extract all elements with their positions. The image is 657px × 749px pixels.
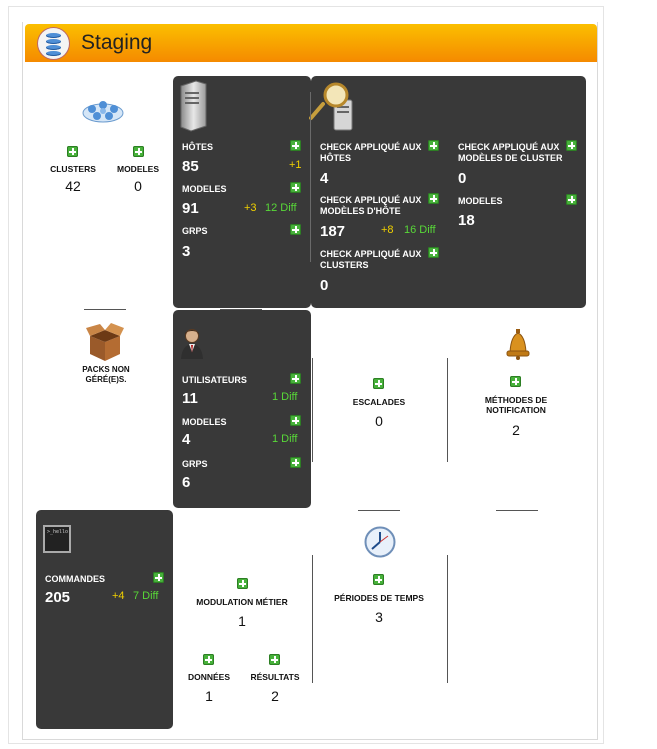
clusters-icon [82, 101, 124, 123]
result-modulation-count[interactable]: 2 [244, 688, 306, 704]
check-hosts-count[interactable]: 4 [320, 170, 328, 187]
host-models-count[interactable]: 91 [182, 200, 199, 217]
divider [84, 309, 126, 310]
hosts-count[interactable]: 85 [182, 158, 199, 175]
result-modulation-label: RÉSULTATS [250, 672, 300, 682]
add-check-clusters-button[interactable] [428, 247, 439, 258]
user-models-label: MODELES [182, 417, 227, 427]
notification-methods-label: MÉTHODES DE NOTIFICATION [484, 395, 548, 415]
hosts-delta[interactable]: +1 [289, 159, 302, 171]
check-models-label: MODELES [458, 196, 503, 206]
host-groups-label: GRPS [182, 226, 208, 236]
commands-diff[interactable]: 7 Diff [133, 590, 158, 602]
user-groups-label: GRPS [182, 459, 208, 469]
user-models-count[interactable]: 4 [182, 431, 190, 448]
business-modulation-label: MODULATION MÉTIER [196, 597, 288, 607]
add-host-model-button[interactable] [290, 182, 301, 193]
user-models-diff[interactable]: 1 Diff [272, 433, 297, 445]
divider [312, 358, 313, 462]
database-icon [38, 28, 69, 59]
divider [312, 555, 313, 683]
terminal-icon: >_hello [43, 525, 71, 553]
add-check-hosts-button[interactable] [428, 140, 439, 151]
check-host-models-diff[interactable]: 16 Diff [404, 224, 436, 236]
add-escalation-button[interactable] [373, 378, 384, 389]
service-check-icon [309, 82, 353, 131]
commands-count[interactable]: 205 [45, 589, 70, 606]
divider [310, 92, 311, 262]
terminal-text: >_hello [47, 529, 69, 535]
add-host-button[interactable] [290, 140, 301, 151]
check-host-models-delta[interactable]: +8 [381, 224, 394, 236]
add-business-modulation-button[interactable] [237, 578, 248, 589]
host-groups-count[interactable]: 3 [182, 243, 190, 260]
host-models-delta[interactable]: +3 [244, 202, 257, 214]
server-icon [180, 80, 207, 132]
package-box-icon [86, 323, 124, 361]
divider [358, 510, 400, 511]
time-periods-label: PÉRIODES DE TEMPS [334, 593, 424, 603]
divider [447, 358, 448, 462]
users-diff[interactable]: 1 Diff [272, 391, 297, 403]
add-cluster-button[interactable] [67, 146, 78, 157]
escalations-count[interactable]: 0 [330, 413, 428, 429]
panel-header: Staging [25, 24, 597, 62]
escalations-label: ESCALADES [352, 397, 406, 407]
check-models-count[interactable]: 18 [458, 212, 475, 229]
add-check-host-models-button[interactable] [428, 193, 439, 204]
check-cluster-models-label: CHECK APPLIQUÉ AUX MODÈLES DE CLUSTER [458, 142, 563, 163]
business-modulation-count[interactable]: 1 [186, 613, 298, 629]
data-modulation-label: DONNÉES [187, 672, 231, 682]
unmanaged-packs-label[interactable]: PACKS NON GÉRÉ(E)S. [62, 365, 150, 385]
users-count[interactable]: 11 [182, 390, 198, 407]
divider [496, 510, 538, 511]
clusters-label: CLUSTERS [50, 164, 96, 174]
host-models-diff[interactable]: 12 Diff [265, 202, 297, 214]
add-result-modulation-button[interactable] [269, 654, 280, 665]
data-modulation-count[interactable]: 1 [180, 688, 238, 704]
add-time-period-button[interactable] [373, 574, 384, 585]
time-periods-count[interactable]: 3 [322, 609, 436, 625]
host-models-label: MODELES [182, 184, 227, 194]
check-clusters-count[interactable]: 0 [320, 277, 328, 294]
add-user-button[interactable] [290, 373, 301, 384]
check-cluster-models-count[interactable]: 0 [458, 170, 466, 187]
add-user-group-button[interactable] [290, 457, 301, 468]
hosts-label: HÔTES [182, 142, 214, 152]
notification-methods-count[interactable]: 2 [468, 422, 564, 438]
clock-icon [364, 526, 396, 558]
add-cluster-model-button[interactable] [133, 146, 144, 157]
notification-bell-icon [506, 329, 530, 360]
commands-delta[interactable]: +4 [112, 590, 125, 602]
clusters-count[interactable]: 42 [44, 178, 102, 194]
check-host-models-label: CHECK APPLIQUÉ AUX MODÈLES D'HÔTE [320, 195, 422, 216]
cluster-models-label: MODELES [116, 164, 160, 174]
add-command-button[interactable] [153, 572, 164, 583]
check-clusters-label: CHECK APPLIQUÉ AUX CLUSTERS [320, 249, 422, 270]
add-notification-method-button[interactable] [510, 376, 521, 387]
check-host-models-count[interactable]: 187 [320, 223, 345, 240]
add-check-cluster-models-button[interactable] [566, 140, 577, 151]
divider [447, 555, 448, 683]
panel-title: Staging [81, 31, 153, 54]
add-data-modulation-button[interactable] [203, 654, 214, 665]
cluster-models-count[interactable]: 0 [110, 178, 166, 194]
add-check-model-button[interactable] [566, 194, 577, 205]
user-icon [181, 329, 203, 359]
add-host-group-button[interactable] [290, 224, 301, 235]
user-groups-count[interactable]: 6 [182, 474, 190, 491]
users-label: UTILISATEURS [182, 375, 247, 385]
check-hosts-label: CHECK APPLIQUÉ AUX HÔTES [320, 142, 422, 163]
commands-label: COMMANDES [45, 574, 105, 584]
add-user-model-button[interactable] [290, 415, 301, 426]
